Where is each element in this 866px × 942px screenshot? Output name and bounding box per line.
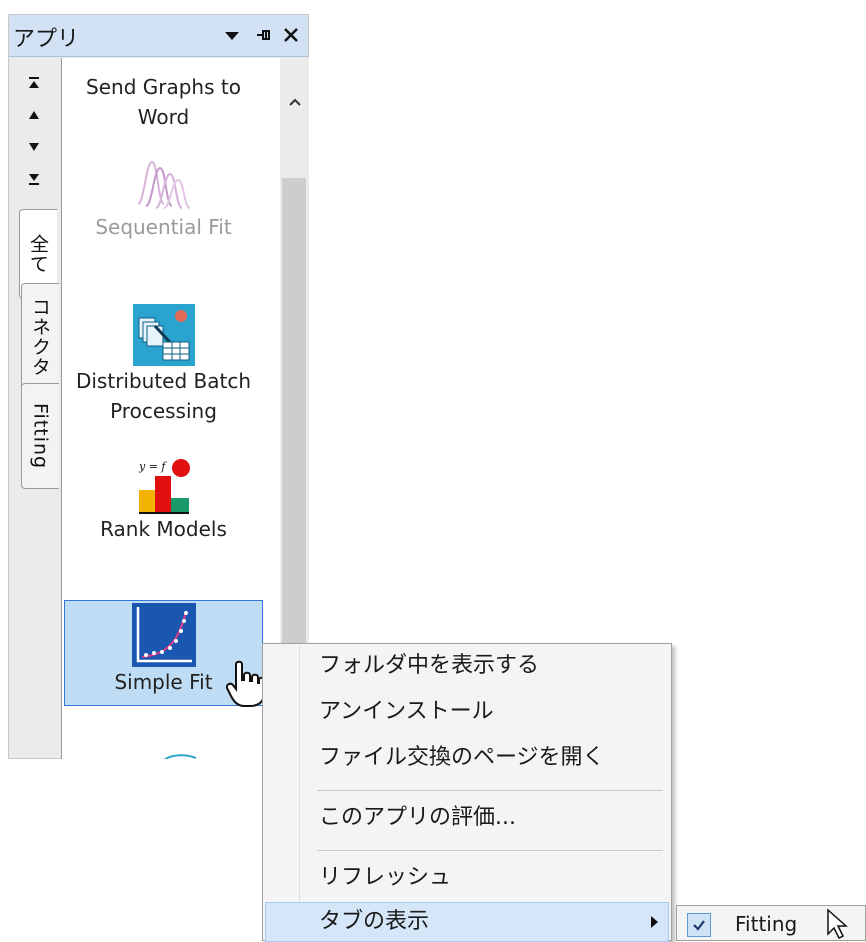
app-item-rank-models[interactable]: y = f Rank Models	[64, 458, 263, 544]
scroll-up-icon[interactable]	[27, 105, 41, 125]
partial-app-icon	[163, 754, 197, 759]
pin-icon[interactable]	[255, 23, 273, 52]
svg-text:y = f: y = f	[138, 460, 167, 473]
scroll-top-icon[interactable]	[27, 73, 41, 93]
hand-cursor-icon	[226, 660, 265, 707]
batch-processing-icon	[132, 304, 195, 366]
menu-separator	[317, 850, 663, 851]
tab-fitting[interactable]: Fitting	[21, 383, 59, 489]
rank-models-icon: y = f	[138, 459, 190, 514]
context-menu: フォルダ中を表示する アンインストール ファイル交換のページを開く このアプリの…	[262, 643, 672, 942]
menu-item-rate-app[interactable]: このアプリの評価...	[265, 798, 669, 838]
menu-item-open-file-exchange[interactable]: ファイル交換のページを開く	[265, 738, 669, 778]
close-icon[interactable]	[281, 23, 301, 52]
menu-item-show-tab[interactable]: タブの表示	[265, 902, 669, 942]
menu-item-uninstall[interactable]: アンインストール	[265, 692, 669, 732]
app-item-sequential-fit[interactable]: Sequential Fit	[64, 154, 263, 242]
tab-connectors[interactable]: コネクタ	[21, 283, 59, 391]
simple-fit-icon	[131, 603, 196, 667]
menu-separator	[317, 790, 663, 791]
sequential-fit-icon	[136, 160, 191, 209]
app-item-send-graphs-to-word[interactable]: Send Graphs to Word	[64, 72, 263, 132]
menu-item-refresh[interactable]: リフレッシュ	[265, 858, 669, 898]
panel-title-bar: アプリ	[9, 15, 308, 57]
scroll-down-icon[interactable]	[27, 137, 41, 157]
arrow-cursor-icon	[827, 908, 848, 940]
app-list: Send Graphs to Word Sequential Fit Distr…	[61, 58, 280, 759]
scroll-bottom-icon[interactable]	[27, 169, 41, 189]
panel-title: アプリ	[13, 27, 80, 52]
submenu-arrow-icon	[651, 916, 658, 928]
app-item-distributed-batch-processing[interactable]: Distributed Batch Processing	[64, 304, 263, 426]
dropdown-icon[interactable]	[223, 23, 241, 52]
menu-item-show-tab-label: タブの表示	[319, 909, 430, 934]
scroll-up-chevron-icon[interactable]	[280, 88, 309, 116]
check-icon	[687, 913, 711, 937]
submenu-item-label: Fitting	[735, 912, 798, 936]
menu-item-show-in-folder[interactable]: フォルダ中を表示する	[265, 646, 669, 686]
